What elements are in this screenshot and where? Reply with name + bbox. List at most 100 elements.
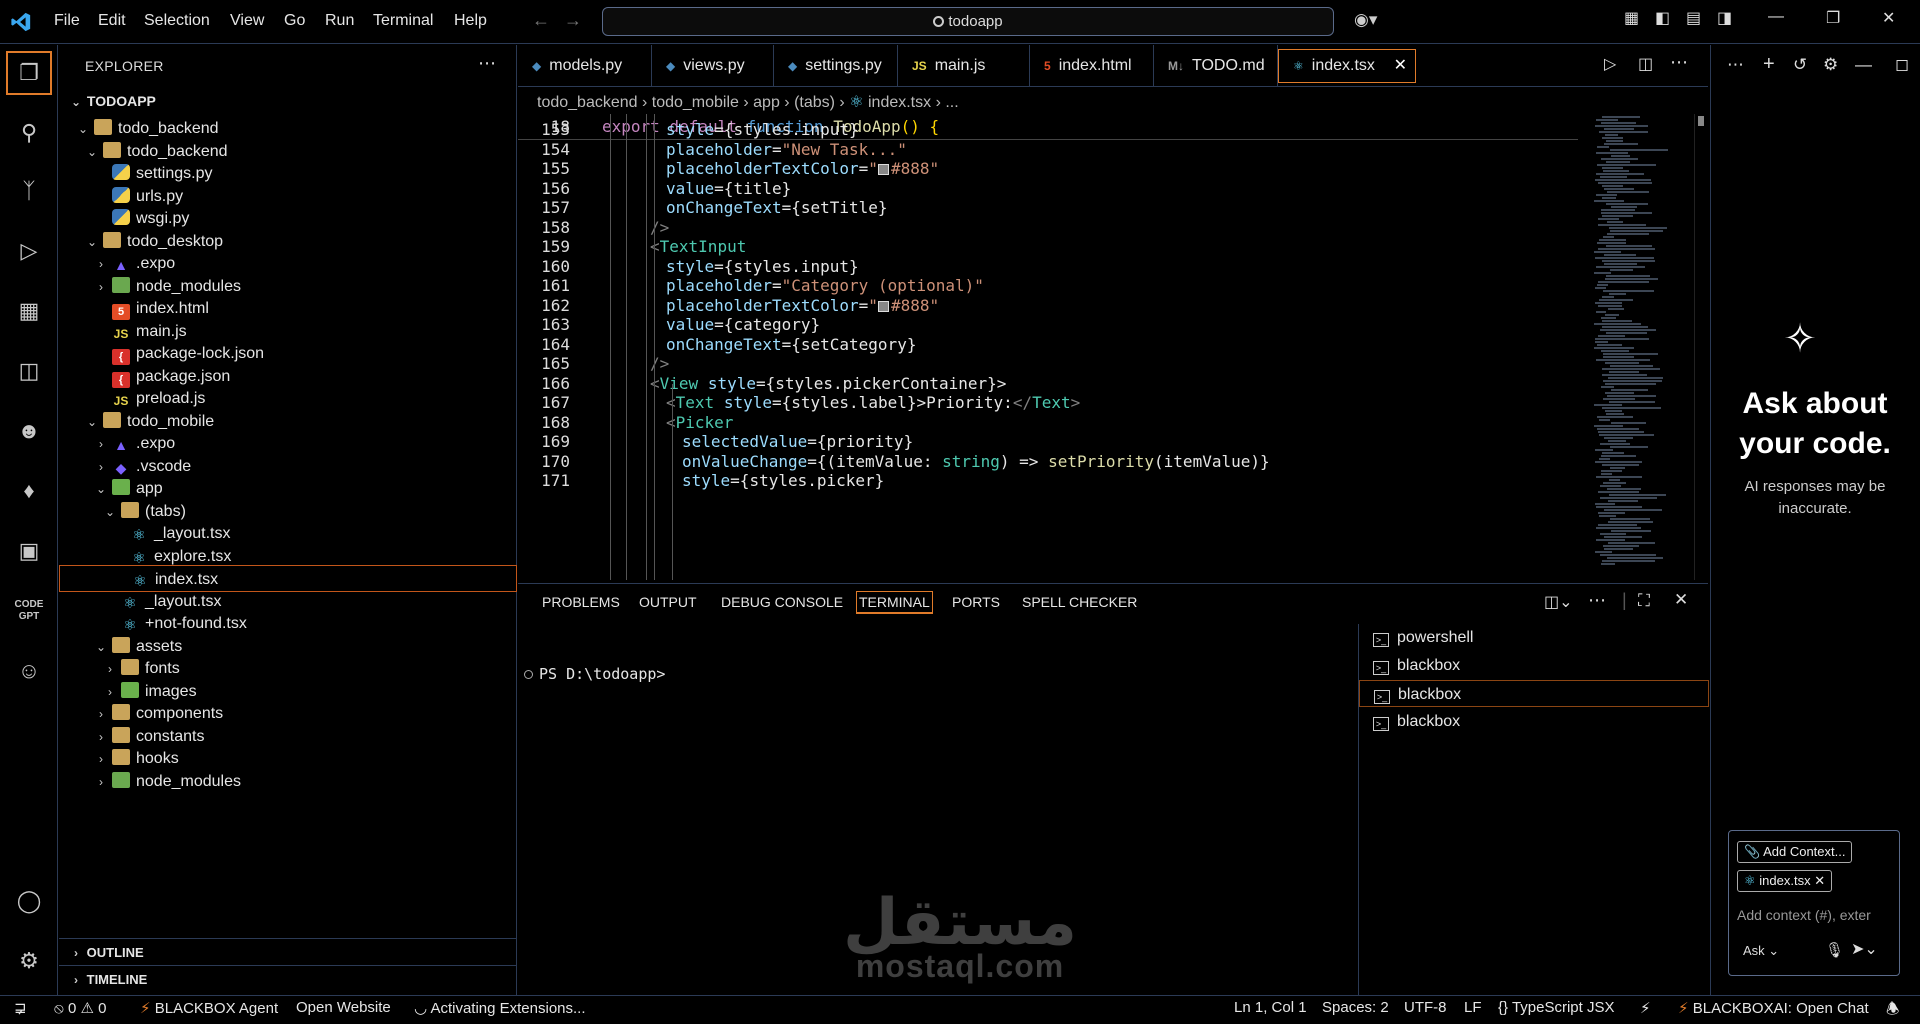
- encoding[interactable]: UTF-8: [1404, 999, 1447, 1016]
- chat-minimize-icon[interactable]: —: [1855, 55, 1872, 75]
- toggle-sidebar-icon[interactable]: ◧: [1655, 8, 1670, 28]
- timeline-section[interactable]: › TIMELINE: [59, 965, 517, 992]
- send-icon[interactable]: ➤⌄: [1851, 939, 1878, 959]
- notifications-lightning-icon[interactable]: ⚡: [1640, 999, 1651, 1017]
- manage-gear-icon[interactable]: ⚙: [13, 945, 45, 977]
- cursor-position[interactable]: Ln 1, Col 1: [1234, 999, 1307, 1016]
- close-tab-icon[interactable]: ✕: [1394, 50, 1407, 82]
- toggle-secondary-sidebar-icon[interactable]: ◨: [1717, 8, 1732, 28]
- indentation[interactable]: Spaces: 2: [1322, 999, 1389, 1016]
- chat-panel-icon[interactable]: ▣: [13, 535, 45, 567]
- menu-terminal[interactable]: Terminal: [373, 12, 433, 30]
- terminal-instance[interactable]: >_ blackbox: [1359, 708, 1709, 735]
- remote-indicator-icon[interactable]: ⋥: [14, 999, 27, 1017]
- close-panel-icon[interactable]: ✕: [1674, 590, 1688, 610]
- terminal-prompt[interactable]: PS D:\todoapp>: [524, 665, 665, 683]
- source-control-icon[interactable]: ᛉ: [13, 175, 45, 207]
- chat-input[interactable]: Add context (#), exter: [1737, 907, 1897, 923]
- menu-go[interactable]: Go: [284, 12, 305, 30]
- editor-tab[interactable]: ◆ views.py: [652, 45, 774, 87]
- code-editor[interactable]: 18 export default function TodoApp() { 1…: [518, 114, 1708, 580]
- tab-problems[interactable]: PROBLEMS: [542, 594, 620, 610]
- menu-edit[interactable]: Edit: [98, 12, 126, 30]
- tree-item-label: node_modules: [136, 772, 241, 790]
- problems-status[interactable]: ⦸ 0 ⚠ 0: [54, 999, 106, 1017]
- editor-tab[interactable]: 5 index.html: [1030, 45, 1154, 87]
- editor-more-icon[interactable]: ⋯: [1670, 52, 1688, 73]
- forward-arrow-icon[interactable]: →: [564, 10, 596, 30]
- mode-select[interactable]: Ask ⌄: [1743, 943, 1779, 959]
- microphone-icon[interactable]: 🎙: [1825, 941, 1844, 959]
- minimap[interactable]: [1590, 114, 1694, 580]
- back-arrow-icon[interactable]: ←: [532, 10, 564, 30]
- breadcrumb-item[interactable]: index.tsx: [868, 94, 931, 111]
- more-actions-icon[interactable]: ⋯: [478, 53, 496, 74]
- extensions-icon[interactable]: ▦: [13, 295, 45, 327]
- split-editor-icon[interactable]: ◫: [1638, 54, 1653, 74]
- breadcrumb-item[interactable]: (tabs): [794, 94, 835, 111]
- blackbox-icon[interactable]: ☻: [13, 415, 45, 447]
- search-view-icon[interactable]: ⚲: [13, 117, 45, 149]
- blackbox-open-chat[interactable]: ⚡ BLACKBOXAI: Open Chat: [1678, 999, 1869, 1017]
- editor-tab[interactable]: M↓ TODO.md: [1154, 45, 1278, 87]
- context-file-chip[interactable]: ⚛ index.tsx ✕: [1737, 870, 1833, 892]
- terminal-instance[interactable]: >_ powershell: [1359, 624, 1709, 651]
- tab-terminal[interactable]: TERMINAL: [856, 591, 933, 614]
- terminal-instance[interactable]: >_ blackbox: [1359, 652, 1709, 679]
- breadcrumb-item[interactable]: todo_backend: [537, 94, 638, 111]
- close-window-icon[interactable]: ✕: [1882, 8, 1895, 28]
- editor-tab[interactable]: ◆ settings.py: [774, 45, 898, 87]
- editor-scrollbar[interactable]: [1694, 114, 1704, 580]
- chat-more-icon[interactable]: ⋯: [1727, 55, 1744, 75]
- run-debug-icon[interactable]: ▷: [13, 235, 45, 267]
- tab-spell-checker[interactable]: SPELL CHECKER: [1022, 594, 1137, 610]
- language-mode[interactable]: {} TypeScript JSX: [1498, 999, 1614, 1016]
- explorer-icon[interactable]: ❐: [6, 51, 52, 95]
- menu-run[interactable]: Run: [325, 12, 354, 30]
- maximize-panel-icon[interactable]: ⛶: [1638, 591, 1650, 611]
- split-terminal-icon[interactable]: ◫⌄: [1544, 592, 1573, 612]
- copilot-icon[interactable]: ◉▾: [1354, 10, 1377, 30]
- run-file-icon[interactable]: ▷: [1604, 54, 1616, 74]
- menu-selection[interactable]: Selection: [144, 12, 210, 30]
- minimize-icon[interactable]: —: [1768, 8, 1784, 26]
- menu-file[interactable]: File: [54, 12, 80, 30]
- breadcrumb-item[interactable]: todo_mobile: [652, 94, 739, 111]
- chat-maximize-icon[interactable]: ◻: [1895, 55, 1909, 75]
- terminal-instance[interactable]: >_ blackbox: [1359, 680, 1709, 707]
- layout-customize-icon[interactable]: ▦: [1624, 8, 1639, 28]
- open-website-status[interactable]: Open Website: [296, 999, 391, 1016]
- smile-extension-icon[interactable]: ☺: [13, 655, 45, 687]
- accounts-icon[interactable]: ◯: [13, 885, 45, 917]
- blackbox-agent-status[interactable]: ⚡ BLACKBOX Agent: [140, 999, 278, 1017]
- tab-output[interactable]: OUTPUT: [639, 594, 697, 610]
- scrollbar-thumb[interactable]: [1698, 116, 1704, 126]
- remote-explorer-icon[interactable]: ◫: [13, 355, 45, 387]
- nav-arrows[interactable]: ←→: [532, 10, 596, 31]
- workspace-root[interactable]: ⌄ TODOAPP: [59, 88, 517, 115]
- bell-icon[interactable]: 🕭: [1886, 999, 1899, 1024]
- remove-context-icon[interactable]: ✕: [1814, 873, 1825, 888]
- history-icon[interactable]: ↺: [1793, 55, 1807, 75]
- breadcrumb-item[interactable]: app: [753, 94, 780, 111]
- new-chat-icon[interactable]: +: [1763, 53, 1775, 76]
- command-center-search[interactable]: todoapp: [602, 7, 1334, 36]
- editor-tab[interactable]: ◆ models.py: [518, 45, 652, 87]
- tab-ports[interactable]: PORTS: [952, 594, 1000, 610]
- codegpt-icon[interactable]: CODE GPT: [13, 595, 45, 627]
- panel-more-icon[interactable]: ⋯: [1588, 590, 1606, 611]
- editor-tab[interactable]: ⚛ index.tsx ✕: [1278, 49, 1416, 83]
- editor-tab[interactable]: JS main.js: [898, 45, 1030, 87]
- python-icon[interactable]: ♦: [13, 475, 45, 507]
- restore-icon[interactable]: ❐: [1826, 8, 1840, 28]
- line-ending[interactable]: LF: [1464, 999, 1482, 1016]
- folder-item[interactable]: › node_modules: [59, 768, 517, 795]
- chat-settings-icon[interactable]: ⚙: [1823, 55, 1838, 75]
- menu-view[interactable]: View: [230, 12, 264, 30]
- outline-section[interactable]: › OUTLINE: [59, 938, 517, 965]
- add-context-button[interactable]: 📎 Add Context...: [1737, 841, 1853, 863]
- breadcrumb-item[interactable]: ...: [945, 94, 958, 111]
- tab-debug-console[interactable]: DEBUG CONSOLE: [721, 594, 843, 610]
- menu-help[interactable]: Help: [454, 12, 487, 30]
- toggle-panel-icon[interactable]: ▤: [1686, 8, 1701, 28]
